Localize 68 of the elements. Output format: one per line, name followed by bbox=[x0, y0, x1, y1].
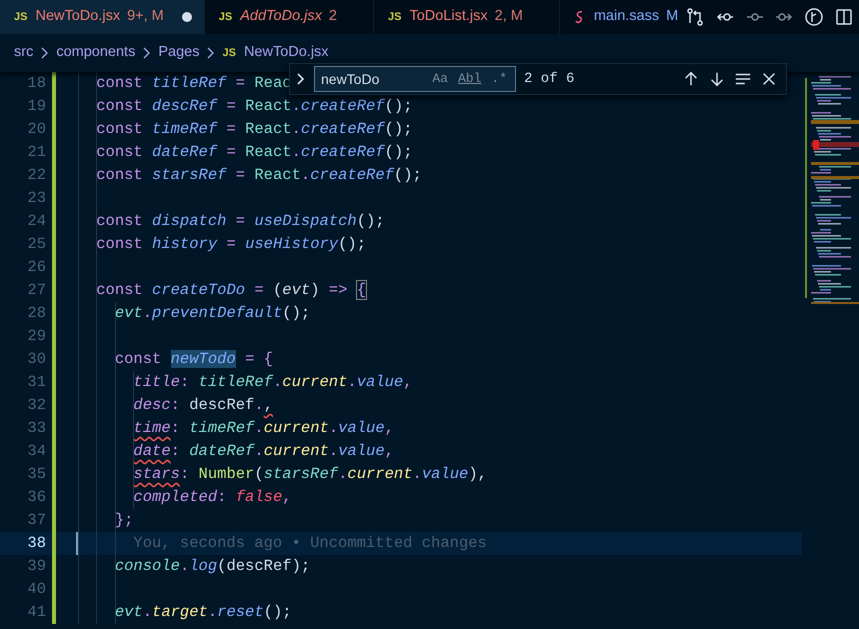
file-type-label: JS bbox=[218, 11, 232, 23]
code-line-with-error: time: timeRef.current.value, bbox=[132, 419, 394, 437]
line-number: 19 bbox=[26, 96, 46, 117]
line-number: 41 bbox=[26, 602, 46, 623]
breadcrumb-folder[interactable]: components bbox=[56, 42, 136, 64]
git-graph-icon[interactable] bbox=[804, 7, 824, 27]
line-number: 38 bbox=[26, 533, 46, 554]
find-option-toggle[interactable]: Aa bbox=[429, 69, 451, 89]
code-line: const dispatch = useDispatch(); bbox=[95, 212, 385, 230]
chevron-icon bbox=[143, 47, 150, 59]
line-number: 37 bbox=[26, 510, 46, 531]
line-number: 33 bbox=[26, 418, 46, 439]
file-type-label: JS bbox=[388, 11, 402, 23]
file-type-label: JS bbox=[222, 47, 236, 59]
code-line: evt.preventDefault(); bbox=[114, 304, 310, 322]
chevron-icon[interactable] bbox=[296, 72, 306, 86]
code-line: const history = useHistory(); bbox=[95, 235, 366, 253]
code-line: completed: false, bbox=[132, 488, 292, 506]
code-line-with-error: stars: Number(starsRef.current.value), bbox=[132, 465, 487, 483]
line-number: 29 bbox=[26, 326, 46, 347]
code-line: const createToDo = (evt) => { bbox=[95, 281, 366, 299]
match-count: 2 of 6 bbox=[524, 70, 574, 88]
code-line: const starsRef = React.createRef(); bbox=[95, 166, 422, 184]
code-line: const dateRef = React.createRef(); bbox=[95, 143, 413, 161]
line-number: 22 bbox=[26, 165, 46, 186]
breadcrumb-folder[interactable]: src bbox=[14, 42, 34, 64]
line-number: 39 bbox=[26, 556, 46, 577]
line-number: 30 bbox=[26, 349, 46, 370]
code-line: const titleRef = Reac bbox=[95, 74, 292, 92]
editor-tab[interactable]: JS NewToDo.jsx 9+, M bbox=[0, 0, 205, 34]
line-number: 23 bbox=[26, 188, 46, 209]
chevron-icon bbox=[41, 47, 48, 59]
line-number: 40 bbox=[26, 579, 46, 600]
line-number: 24 bbox=[26, 211, 46, 232]
breadcrumb-file[interactable]: NewToDo.jsx bbox=[244, 42, 329, 64]
code-line: title: titleRef.current.value, bbox=[132, 373, 413, 391]
line-number: 36 bbox=[26, 487, 46, 508]
line-number: 26 bbox=[26, 257, 46, 278]
blame-annotation: You, seconds ago • Uncommitted changes bbox=[133, 534, 487, 552]
chevron-icon bbox=[207, 47, 214, 59]
code-line: const descRef = React.createRef(); bbox=[95, 97, 413, 115]
line-number: 34 bbox=[26, 441, 46, 462]
line-number: 18 bbox=[26, 73, 46, 94]
line-number: 35 bbox=[26, 464, 46, 485]
code-line: evt.target.reset(); bbox=[114, 603, 292, 621]
split-editor-icon[interactable] bbox=[834, 7, 854, 27]
text-cursor bbox=[76, 532, 78, 555]
code-line-with-error: date: dateRef.current.value, bbox=[132, 442, 394, 460]
line-number: 21 bbox=[26, 142, 46, 163]
down-arrow-icon[interactable] bbox=[708, 70, 726, 88]
code-line: const newTodo = { bbox=[114, 350, 273, 368]
find-input[interactable]: newToDo Aa Abl .* bbox=[314, 66, 516, 92]
close-icon[interactable] bbox=[760, 70, 778, 88]
code-line: console.log(descRef); bbox=[114, 557, 310, 575]
line-number: 20 bbox=[26, 119, 46, 140]
code-line-with-error: desc: descRef., bbox=[132, 396, 273, 414]
find-option-toggle[interactable]: Abl bbox=[454, 69, 484, 89]
line-number: 25 bbox=[26, 234, 46, 255]
line-number: 28 bbox=[26, 303, 46, 324]
code-line: const timeRef = React.createRef(); bbox=[95, 120, 413, 138]
line-number: 32 bbox=[26, 395, 46, 416]
file-type-label: JS bbox=[14, 11, 28, 23]
source-control-icon[interactable] bbox=[684, 7, 705, 27]
code-line: }; bbox=[114, 511, 134, 529]
find-option-toggle[interactable]: .* bbox=[488, 69, 510, 89]
line-number: 27 bbox=[26, 280, 46, 301]
line-number: 31 bbox=[26, 372, 46, 393]
breadcrumb-folder[interactable]: Pages bbox=[158, 42, 200, 64]
